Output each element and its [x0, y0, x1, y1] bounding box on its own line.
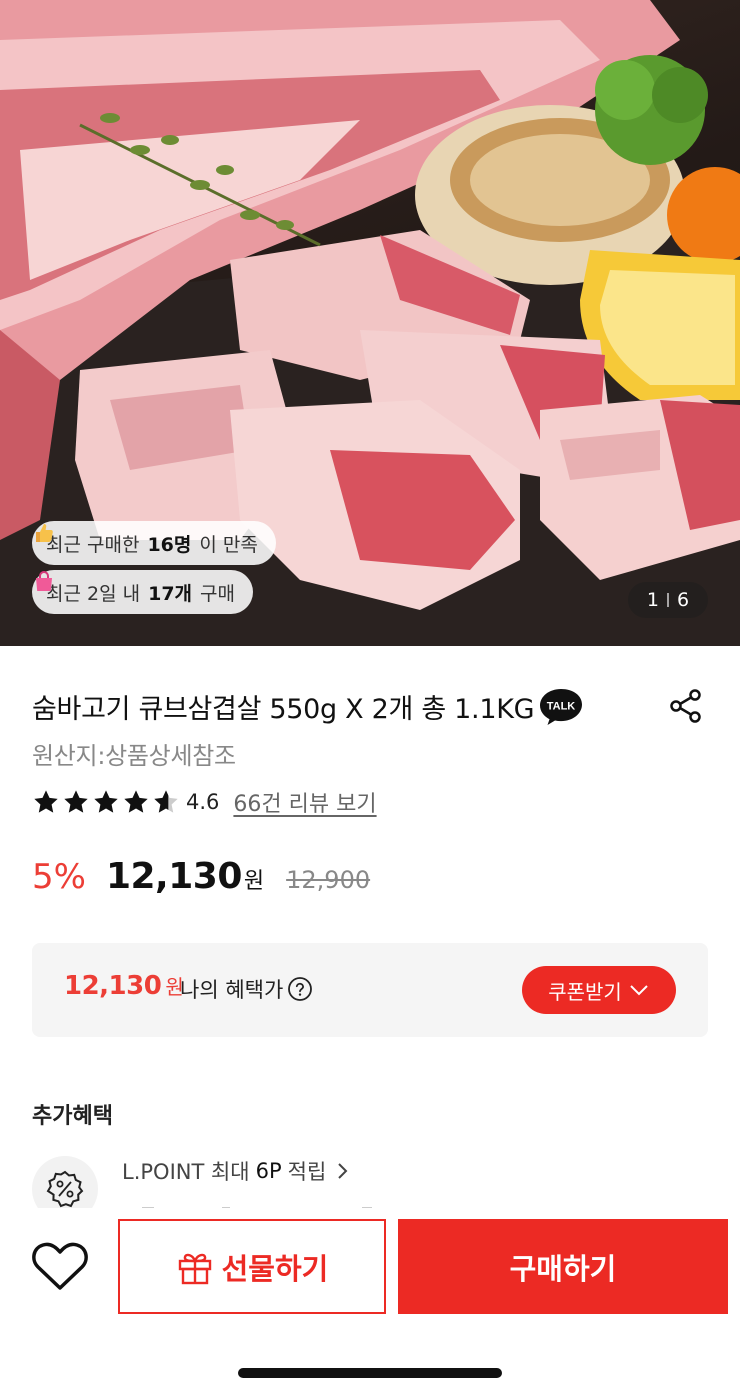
gift-button[interactable]: 선물하기 — [118, 1219, 386, 1314]
star-full-icon — [34, 790, 58, 813]
star-full-icon — [94, 790, 118, 813]
shopping-bag-icon — [36, 571, 52, 591]
kakao-talk-icon[interactable]: TALK — [538, 686, 584, 726]
product-origin: 원산지:상품상세참조 — [32, 742, 236, 770]
image-counter: 1 6 — [628, 582, 708, 618]
benefit-price: 12,130 원 — [64, 971, 184, 1001]
satisfaction-prefix: 최근 구매한 — [46, 533, 140, 556]
sale-price: 12,130 — [105, 856, 242, 897]
star-partial-icon — [154, 790, 178, 813]
original-price: 12,900 — [286, 866, 371, 894]
image-counter-total: 6 — [677, 589, 690, 611]
lpoint-amount: 6P — [255, 1159, 282, 1183]
percent-icon — [46, 1170, 84, 1208]
product-title: 숨바고기 큐브삼겹살 550g X 2개 총 1.1KG — [32, 693, 535, 725]
satisfaction-suffix: 이 만족 — [199, 533, 258, 556]
lpoint-benefit-link[interactable]: L.POINT 최대 6P 적립 — [122, 1156, 352, 1186]
rating-stars — [32, 788, 180, 816]
rating-value: 4.6 — [186, 790, 220, 814]
product-image-carousel[interactable]: 최근 구매한 16명 이 만족 최근 2일 내 17개 구매 1 6 — [0, 0, 740, 646]
satisfaction-count: 16명 — [147, 533, 192, 556]
talk-badge-text: TALK — [547, 701, 576, 713]
gift-button-label: 선물하기 — [221, 1253, 329, 1286]
price-unit: 원 — [243, 869, 265, 894]
buy-button[interactable]: 구매하기 — [398, 1219, 728, 1314]
satisfaction-badge: 최근 구매한 16명 이 만족 — [32, 521, 276, 565]
coupon-button[interactable]: 쿠폰받기 — [522, 966, 676, 1014]
heart-icon — [32, 1242, 88, 1290]
star-full-icon — [64, 790, 88, 813]
extra-benefits-title: 추가혜택 — [32, 1104, 113, 1129]
chevron-down-icon — [630, 985, 648, 996]
product-title-row: 숨바고기 큐브삼겹살 550g X 2개 총 1.1KG TALK — [32, 684, 708, 728]
recent-sales-suffix: 구매 — [200, 582, 235, 605]
buy-button-label: 구매하기 — [509, 1253, 617, 1286]
image-counter-divider — [667, 593, 669, 607]
chevron-right-icon — [338, 1163, 348, 1179]
share-icon[interactable] — [666, 686, 706, 726]
benefit-price-value: 12,130 — [64, 971, 162, 1001]
recent-sales-prefix: 최근 2일 내 — [46, 582, 141, 605]
recent-sales-badge: 최근 2일 내 17개 구매 — [32, 570, 253, 614]
thumbs-up-icon — [36, 524, 53, 542]
coupon-button-label: 쿠폰받기 — [548, 981, 622, 1004]
review-link[interactable]: 66건 리뷰 보기 — [233, 786, 376, 818]
star-full-icon — [124, 790, 148, 813]
home-indicator[interactable] — [238, 1368, 502, 1378]
image-counter-current: 1 — [646, 589, 659, 611]
lpoint-suffix: 적립 — [287, 1160, 327, 1184]
recent-sales-count: 17개 — [148, 582, 193, 605]
benefit-label: 나의 혜택가 — [180, 974, 313, 1004]
benefit-box: 12,130 원 나의 혜택가 쿠폰받기 — [32, 943, 708, 1037]
wishlist-button[interactable] — [30, 1238, 90, 1294]
rating-row: 4.6 66건 리뷰 보기 — [32, 785, 377, 819]
discount-rate: 5% — [32, 857, 86, 897]
help-icon[interactable] — [287, 976, 313, 1002]
benefit-label-text: 나의 혜택가 — [180, 978, 284, 1002]
lpoint-prefix: L.POINT 최대 — [122, 1160, 250, 1184]
bottom-action-bar: 선물하기 구매하기 — [0, 1208, 740, 1393]
price-row: 5% 12,130 원 12,900 — [32, 856, 370, 906]
gift-icon — [178, 1253, 211, 1284]
